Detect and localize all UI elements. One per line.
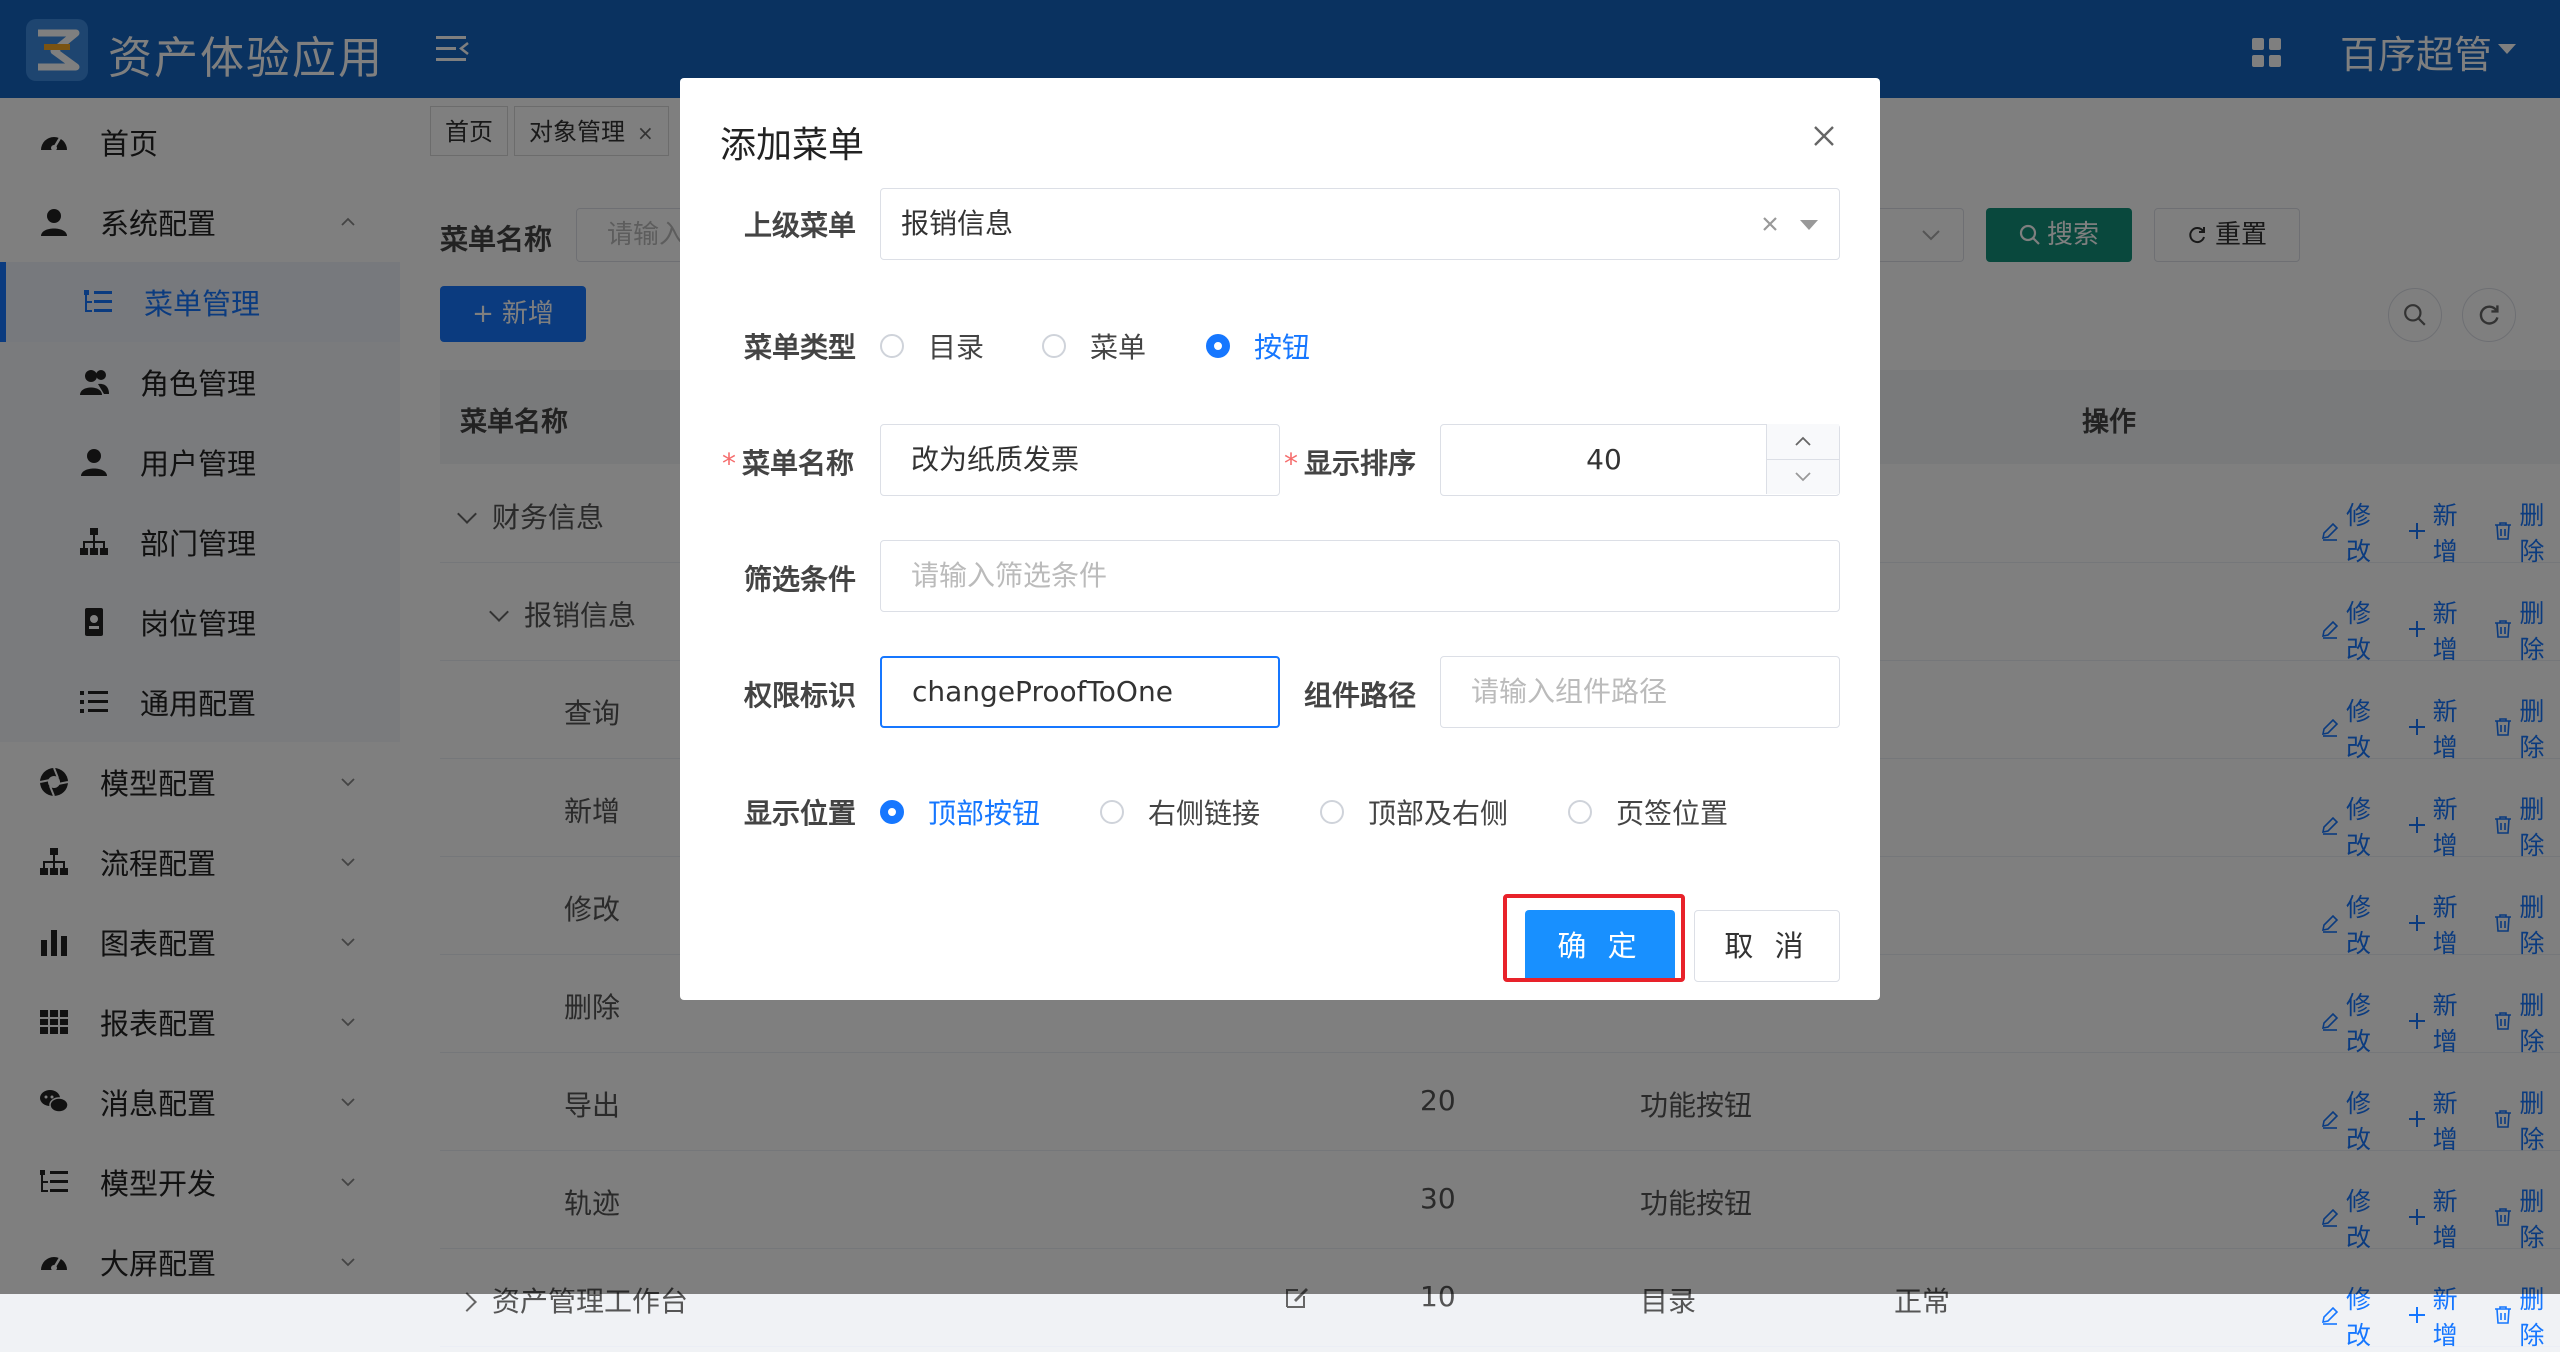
radio-circle xyxy=(1568,800,1592,824)
expand-chevron-icon[interactable] xyxy=(457,1292,477,1312)
filter-condition-input[interactable]: 请输入筛选条件 xyxy=(880,540,1840,612)
stepper-divider xyxy=(1767,459,1839,460)
cancel-button[interactable]: 取 消 xyxy=(1694,910,1840,982)
radio-label: 菜单 xyxy=(1090,331,1147,364)
permission-input[interactable]: changeProofToOne xyxy=(880,656,1280,728)
stepper-down-icon[interactable] xyxy=(1793,470,1813,484)
menu-name-input[interactable]: 改为纸质发票 xyxy=(880,424,1280,496)
radio-label: 顶部按钮 xyxy=(928,797,1041,830)
clear-icon[interactable] xyxy=(1760,214,1780,234)
display-order-label: * 显示排序 xyxy=(1284,442,1416,482)
menu-name-label: * 菜单名称 xyxy=(722,442,854,482)
trash-icon xyxy=(2493,1302,2513,1331)
parent-menu-select[interactable]: 报销信息 xyxy=(880,188,1840,260)
radio-label: 按钮 xyxy=(1254,331,1311,364)
parent-menu-label: 上级菜单 xyxy=(744,209,857,242)
parent-menu-value: 报销信息 xyxy=(901,207,1014,240)
filter-condition-label: 筛选条件 xyxy=(744,563,857,596)
menu-type-radio-button[interactable]: 按钮 xyxy=(1206,326,1310,366)
required-asterisk: * xyxy=(1284,447,1298,480)
menu-type-radio-menu[interactable]: 菜单 xyxy=(1042,326,1146,366)
position-radio-tab[interactable]: 页签位置 xyxy=(1568,792,1728,832)
menu-type-label: 菜单类型 xyxy=(744,331,857,364)
caret-down-icon[interactable] xyxy=(1798,218,1820,232)
radio-circle xyxy=(880,334,904,358)
display-position-label: 显示位置 xyxy=(744,797,857,830)
radio-circle xyxy=(1100,800,1124,824)
plus-icon xyxy=(2407,1302,2427,1331)
close-icon[interactable] xyxy=(1810,122,1838,150)
radio-circle xyxy=(880,800,904,824)
highlight-box xyxy=(1503,894,1685,982)
display-order-label-text: 显示排序 xyxy=(1304,447,1417,480)
radio-label: 顶部及右侧 xyxy=(1368,797,1509,830)
dialog-title: 添加菜单 xyxy=(720,125,865,166)
permission-label: 权限标识 xyxy=(744,679,857,712)
position-radio-top-button[interactable]: 顶部按钮 xyxy=(880,792,1040,832)
stepper-up-icon[interactable] xyxy=(1793,434,1813,448)
edit-icon xyxy=(2320,1302,2340,1331)
position-radio-right-link[interactable]: 右侧链接 xyxy=(1100,792,1260,832)
menu-name-label-text: 菜单名称 xyxy=(742,447,855,480)
menu-type-radio-directory[interactable]: 目录 xyxy=(880,326,984,366)
required-asterisk: * xyxy=(722,447,736,480)
radio-label: 目录 xyxy=(928,331,985,364)
radio-circle xyxy=(1320,800,1344,824)
component-path-input[interactable]: 请输入组件路径 xyxy=(1440,656,1840,728)
radio-circle xyxy=(1206,334,1230,358)
order-stepper xyxy=(1766,424,1839,494)
position-radio-top-and-right[interactable]: 顶部及右侧 xyxy=(1320,792,1508,832)
component-path-label: 组件路径 xyxy=(1304,679,1417,712)
radio-label: 右侧链接 xyxy=(1148,797,1261,830)
radio-circle xyxy=(1042,334,1066,358)
radio-label: 页签位置 xyxy=(1616,797,1729,830)
add-menu-dialog: 添加菜单 上级菜单 报销信息 菜单类型 目录 菜单 按钮 * 菜单名称 改为纸质发… xyxy=(680,78,1880,1000)
